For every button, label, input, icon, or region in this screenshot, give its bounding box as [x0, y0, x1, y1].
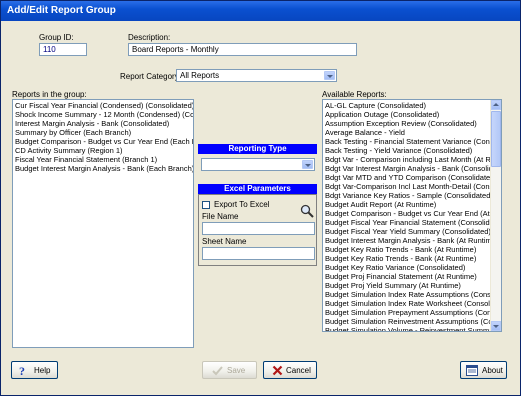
group-id-field[interactable]: 110: [39, 43, 87, 56]
list-item[interactable]: Budget Fiscal Year Yield Summary (Consol…: [323, 227, 491, 236]
available-reports-list[interactable]: AL-GL Capture (Consolidated) Application …: [322, 99, 502, 332]
export-to-excel-label: Export To Excel: [214, 200, 270, 209]
available-reports-scrollbar[interactable]: [490, 100, 501, 331]
list-item[interactable]: Budget Simulation Index Rate Assumptions…: [323, 290, 491, 299]
export-to-excel-checkbox[interactable]: [202, 201, 210, 209]
about-button[interactable]: About: [460, 361, 507, 379]
list-item[interactable]: Bdgt Var - Comparison including Last Mon…: [323, 155, 491, 164]
help-button[interactable]: ? Help: [11, 361, 58, 379]
list-item[interactable]: Budget Comparison - Budget vs Cur Year E…: [13, 137, 193, 146]
checkmark-icon: [212, 366, 223, 376]
cancel-x-icon: [272, 365, 283, 376]
group-id-label: Group ID:: [39, 33, 74, 42]
list-item[interactable]: Budget Fiscal Year Financial Statement (…: [323, 218, 491, 227]
list-item[interactable]: Summary by Officer (Each Branch): [13, 128, 193, 137]
list-item[interactable]: Budget Audit Report (At Runtime): [323, 200, 491, 209]
list-item[interactable]: Budget Simulation Prepayment Assumptions…: [323, 308, 491, 317]
svg-text:?: ?: [19, 365, 25, 376]
list-item[interactable]: Budget Interest Margin Analysis - Bank (…: [13, 164, 193, 173]
report-category-label: Report Category:: [120, 72, 181, 81]
browse-button[interactable]: [300, 204, 314, 218]
chevron-down-icon[interactable]: [302, 160, 313, 169]
description-field[interactable]: Board Reports - Monthly: [128, 43, 357, 56]
list-item[interactable]: Budget Key Ratio Trends - Bank (At Runti…: [323, 254, 491, 263]
list-item[interactable]: Budget Key Ratio Trends - Bank (At Runti…: [323, 245, 491, 254]
reporting-type-select[interactable]: [201, 158, 315, 171]
save-button[interactable]: Save: [202, 361, 257, 379]
list-item[interactable]: Bdgt Variance Key Ratios - Sample (Conso…: [323, 191, 491, 200]
list-item[interactable]: Budget Simulation Volume - Reinvestment …: [323, 326, 491, 331]
list-item[interactable]: Budget Simulation Index Rate Worksheet (…: [323, 299, 491, 308]
file-name-label: File Name: [202, 212, 239, 221]
cancel-label: Cancel: [286, 366, 311, 375]
list-item[interactable]: Back Testing - Financial Statement Varia…: [323, 137, 491, 146]
about-label: About: [482, 366, 503, 375]
title-bar[interactable]: Add/Edit Report Group: [1, 1, 520, 21]
report-category-value: All Reports: [180, 71, 220, 80]
list-item[interactable]: Fiscal Year Financial Statement (Branch …: [13, 155, 193, 164]
list-item[interactable]: Application Outage (Consolidated): [323, 110, 491, 119]
scroll-down-arrow-icon[interactable]: [491, 321, 501, 331]
reports-in-group-list[interactable]: Cur Fiscal Year Financial (Condensed) (C…: [12, 99, 194, 348]
sheet-name-field[interactable]: [202, 247, 315, 260]
scroll-up-arrow-icon[interactable]: [491, 100, 501, 110]
list-item[interactable]: Shock Income Summary - 12 Month (Condens…: [13, 110, 193, 119]
file-name-field[interactable]: [202, 222, 315, 235]
list-item[interactable]: Average Balance - Yield: [323, 128, 491, 137]
cancel-button[interactable]: Cancel: [263, 361, 317, 379]
list-item[interactable]: AL-GL Capture (Consolidated): [323, 101, 491, 110]
list-item[interactable]: Budget Proj Financial Statement (At Runt…: [323, 272, 491, 281]
list-item[interactable]: Bdgt Var Interest Margin Analysis - Bank…: [323, 164, 491, 173]
scroll-thumb[interactable]: [491, 111, 501, 167]
reporting-type-header: Reporting Type: [198, 144, 317, 154]
excel-parameters-header: Excel Parameters: [198, 184, 317, 194]
list-item[interactable]: Budget Proj Yield Summary (At Runtime): [323, 281, 491, 290]
save-label: Save: [227, 366, 246, 375]
list-item[interactable]: Back Testing - Yield Variance (Consolida…: [323, 146, 491, 155]
chevron-down-icon[interactable]: [324, 71, 335, 80]
available-reports-label: Available Reports:: [322, 90, 387, 99]
help-question-icon: ?: [19, 365, 25, 376]
list-item[interactable]: Assumption Exception Review (Consolidate…: [323, 119, 491, 128]
description-label: Description:: [128, 33, 171, 42]
report-category-select[interactable]: All Reports: [176, 69, 337, 82]
reports-in-group-label: Reports in the group:: [12, 90, 87, 99]
list-item[interactable]: Budget Simulation Reinvestment Assumptio…: [323, 317, 491, 326]
about-window-icon: [466, 365, 478, 376]
help-label: Help: [34, 366, 51, 375]
magnifier-icon: [300, 204, 314, 218]
list-item[interactable]: Bdgt Var-Comparison Incl Last Month-Deta…: [323, 182, 491, 191]
list-item[interactable]: Budget Interest Margin Analysis - Bank (…: [323, 236, 491, 245]
list-item[interactable]: Interest Margin Analysis - Bank (Consoli…: [13, 119, 193, 128]
list-item[interactable]: Bdgt Var MTD and YTD Comparison (Consoli…: [323, 173, 491, 182]
list-item[interactable]: Budget Key Ratio Variance (Consolidated): [323, 263, 491, 272]
add-edit-report-group-window: Add/Edit Report Group Group ID: 110 Desc…: [0, 0, 521, 396]
list-item[interactable]: CD Activity Summary (Region 1): [13, 146, 193, 155]
list-item[interactable]: Cur Fiscal Year Financial (Condensed) (C…: [13, 101, 193, 110]
list-item[interactable]: Budget Comparison - Budget vs Cur Year E…: [323, 209, 491, 218]
window-title: Add/Edit Report Group: [7, 5, 116, 16]
sheet-name-label: Sheet Name: [202, 237, 247, 246]
